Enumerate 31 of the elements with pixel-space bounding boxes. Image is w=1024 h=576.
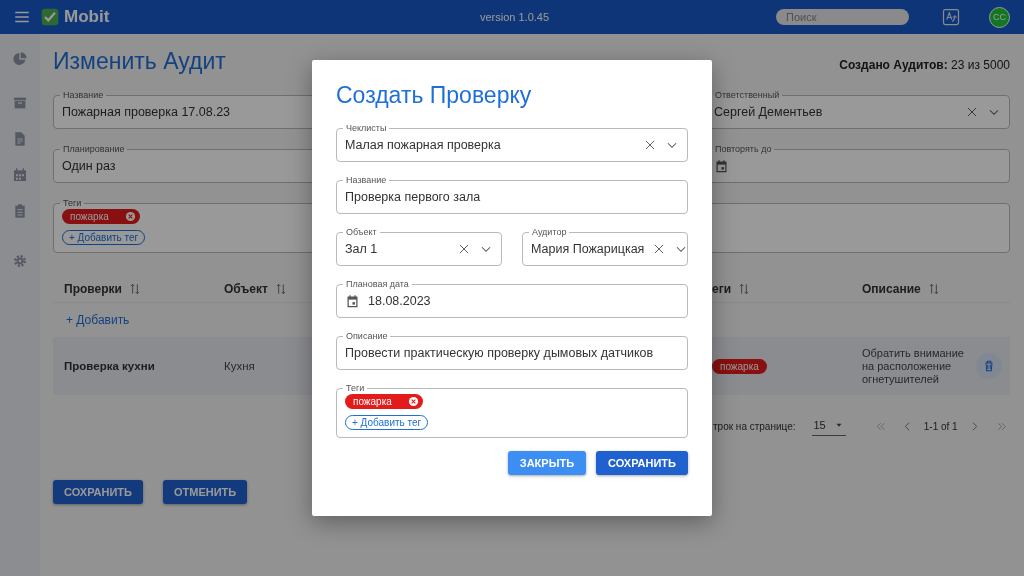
field-value: Один раз — [62, 159, 116, 173]
page-title: Изменить Аудит — [53, 48, 226, 75]
page-range: 1-1 of 1 — [923, 421, 958, 432]
field-label: Аудитор — [531, 227, 568, 237]
field-value: Провести практическую проверку дымовых датчиков — [345, 346, 654, 360]
field-value: Пожарная проверка 17.08.23 — [62, 105, 231, 119]
version-label: version 1.0.45 — [479, 11, 550, 23]
field-label: Ответственный — [714, 90, 781, 100]
field-label: Теги — [345, 383, 366, 393]
tag-label: пожарка — [353, 396, 392, 407]
table-cell-text: Кухня — [224, 360, 256, 372]
field-label: Название — [62, 90, 105, 100]
field-label: Планирование — [62, 144, 126, 154]
field-value: Сергей Дементьев — [714, 105, 824, 119]
table-cell-text: Обратить внимание на расположение огнетушителей — [862, 346, 965, 386]
field-value: Проверка первого зала — [345, 190, 481, 204]
audit-counter: Создано Аудитов: 23 из 5000 — [839, 58, 1010, 72]
tag-label: пожарка — [70, 211, 109, 222]
field-value: Зал 1 — [345, 242, 379, 256]
field-label: Теги — [62, 198, 83, 208]
field-value: 18.08.2023 — [368, 294, 431, 308]
table-cell-text: Проверка кухни — [64, 360, 156, 372]
app-name: Mobit — [64, 7, 110, 27]
field-label: Повторять до — [714, 144, 773, 154]
field-label: Объект — [345, 227, 378, 237]
field-value: Мария Пожарицкая — [531, 242, 645, 256]
field-label: Плановая дата — [345, 279, 410, 289]
field-label: Описание — [345, 331, 389, 341]
field-label: Название — [345, 175, 388, 185]
rows-per-page-label: трок на странице: — [713, 421, 796, 432]
tag-chip: пожарка — [712, 358, 767, 374]
